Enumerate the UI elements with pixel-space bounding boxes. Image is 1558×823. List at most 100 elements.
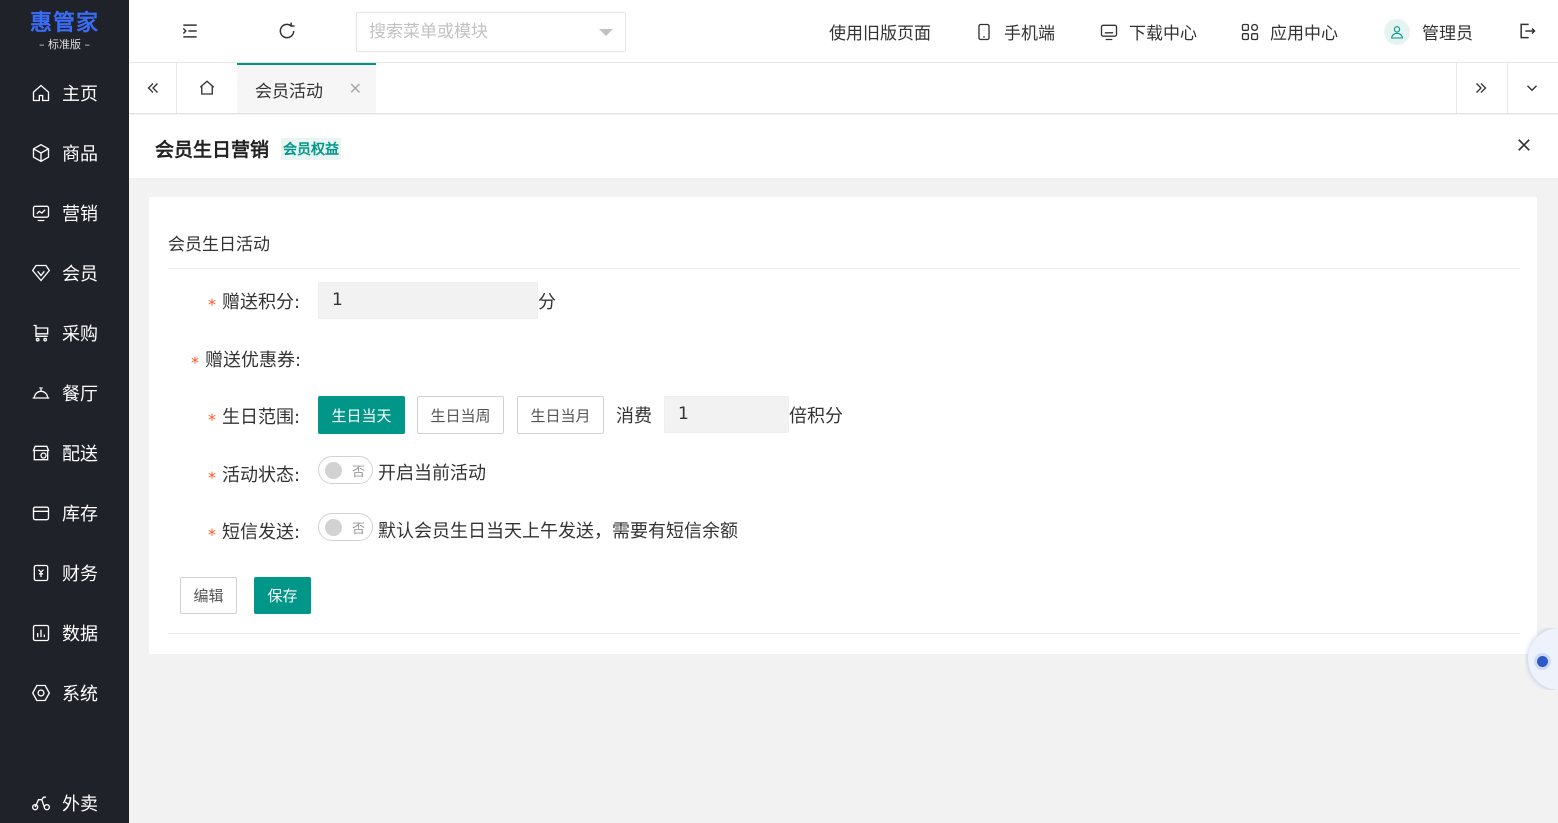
required-mark: * [208, 468, 216, 487]
home-icon [199, 80, 215, 95]
logo[interactable]: 惠管家 – 标准版 – [0, 0, 129, 63]
toggle-knob [325, 519, 342, 536]
user-name: 管理员 [1422, 24, 1473, 44]
close-page-button[interactable] [1510, 131, 1538, 159]
chevron-down-icon[interactable] [599, 28, 613, 36]
settings-icon [30, 682, 52, 704]
search-input[interactable] [369, 22, 599, 42]
bar-chart-icon [30, 622, 52, 644]
consume-label: 消费 [616, 406, 652, 427]
sidebar-item-home[interactable]: 主页 [0, 71, 129, 115]
tab-member-activity[interactable]: 会员活动 ✕ [237, 63, 376, 113]
tabs-menu-button[interactable] [1507, 63, 1555, 113]
mobile-link[interactable]: 手机端 [974, 0, 1055, 63]
page-title: 会员生日营销 [155, 139, 270, 161]
sidebar-item-data[interactable]: 数据 [0, 611, 129, 655]
points-label-text: 赠送积分: [222, 292, 301, 313]
double-chevron-left-icon [147, 83, 158, 93]
sidebar-item-label: 财务 [62, 564, 98, 585]
sidebar-item-label: 营销 [62, 204, 98, 225]
user-menu[interactable]: 管理员 [1384, 0, 1473, 63]
tabs-scroll-right-button[interactable] [1456, 63, 1504, 113]
range-option-week[interactable]: 生日当周 [417, 396, 504, 434]
sidebar-item-members[interactable]: 会员 [0, 251, 129, 295]
sidebar-item-label: 系统 [62, 684, 98, 705]
status-toggle[interactable]: 否 [318, 456, 373, 484]
divider [168, 633, 1520, 634]
sidebar-item-label: 数据 [62, 624, 98, 645]
download-center-link[interactable]: 下载中心 [1099, 0, 1197, 63]
sidebar-item-label: 商品 [62, 144, 98, 165]
logout-icon [1520, 23, 1536, 39]
page-tag: 会员权益 [281, 138, 341, 160]
range-option-month[interactable]: 生日当月 [517, 396, 604, 434]
refresh-button[interactable] [272, 16, 302, 46]
phone-icon [978, 23, 990, 40]
delivery-icon [30, 442, 52, 464]
sidebar-item-takeout[interactable]: 外卖 [0, 781, 129, 823]
page-title-bar: 会员生日营销 会员权益 [129, 115, 1558, 178]
section-title: 会员生日活动 [168, 235, 270, 255]
status-label-text: 活动状态: [222, 465, 301, 486]
brand-edition: – 标准版 – [39, 38, 90, 51]
chevron-down-icon [1526, 85, 1537, 92]
logout-button[interactable] [1512, 16, 1542, 46]
sidebar-item-label: 会员 [62, 264, 98, 285]
toggle-text: 否 [351, 465, 365, 480]
sidebar-item-restaurant[interactable]: 餐厅 [0, 371, 129, 415]
old-version-label: 使用旧版页面 [829, 24, 931, 44]
sidebar-item-inventory[interactable]: 库存 [0, 491, 129, 535]
range-label: * 生日范围: [208, 403, 300, 429]
yuan-icon [30, 562, 52, 584]
old-version-link[interactable]: 使用旧版页面 [829, 0, 931, 63]
home-icon [30, 82, 52, 104]
app-center-link[interactable]: 应用中心 [1240, 0, 1338, 63]
sms-hint: 默认会员生日当天上午发送，需要有短信余额 [378, 521, 738, 542]
download-center-label: 下载中心 [1129, 24, 1197, 44]
collapse-menu-button[interactable] [175, 16, 205, 46]
refresh-icon [279, 22, 295, 39]
assistant-float-button[interactable] [1525, 628, 1558, 690]
sidebar: 惠管家 – 标准版 – 主页 商品 营销 会员 采购 餐厅 配送 库存 财务 数… [0, 0, 129, 823]
monitor-icon [1100, 24, 1118, 40]
required-mark: * [191, 353, 199, 372]
tabs-scroll-left-button[interactable] [129, 63, 177, 113]
sidebar-item-system[interactable]: 系统 [0, 671, 129, 715]
cube-icon [30, 142, 52, 164]
sidebar-item-finance[interactable]: 财务 [0, 551, 129, 595]
range-option-day[interactable]: 生日当天 [318, 396, 405, 434]
required-mark: * [208, 410, 216, 429]
close-icon [1518, 139, 1530, 151]
multiplier-input[interactable]: 1 [664, 396, 789, 433]
diamond-icon [30, 262, 52, 284]
user-icon [1391, 25, 1403, 39]
form-card: 会员生日活动 * 赠送积分: 1 分 * 赠送优惠券: * 生日范围: 生日当天 生日… [149, 197, 1537, 654]
points-input[interactable]: 1 [318, 282, 538, 319]
sidebar-item-delivery[interactable]: 配送 [0, 431, 129, 475]
warehouse-icon [30, 502, 52, 524]
cart-icon [30, 322, 52, 344]
toggle-knob [325, 462, 342, 479]
indent-icon [182, 24, 197, 38]
range-label-text: 生日范围: [222, 407, 301, 428]
sidebar-item-label: 外卖 [62, 794, 98, 815]
required-mark: * [208, 295, 216, 314]
search-select[interactable] [356, 12, 626, 52]
save-button[interactable]: 保存 [254, 577, 311, 614]
double-chevron-right-icon [1475, 83, 1486, 93]
sms-toggle[interactable]: 否 [318, 513, 373, 541]
robot-icon [1528, 628, 1558, 690]
brand-name: 惠管家 [29, 11, 99, 36]
tab-home[interactable] [183, 63, 231, 113]
edit-button[interactable]: 编辑 [180, 577, 237, 614]
sms-label: * 短信发送: [208, 518, 300, 544]
close-icon[interactable]: ✕ [349, 79, 362, 98]
coupon-label-text: 赠送优惠券: [205, 350, 302, 371]
coupon-label: * 赠送优惠券: [191, 346, 301, 372]
avatar [1384, 18, 1410, 45]
scooter-icon [30, 792, 52, 814]
sidebar-item-marketing[interactable]: 营销 [0, 191, 129, 235]
tab-label: 会员活动 [255, 81, 323, 102]
sidebar-item-purchase[interactable]: 采购 [0, 311, 129, 355]
sidebar-item-products[interactable]: 商品 [0, 131, 129, 175]
